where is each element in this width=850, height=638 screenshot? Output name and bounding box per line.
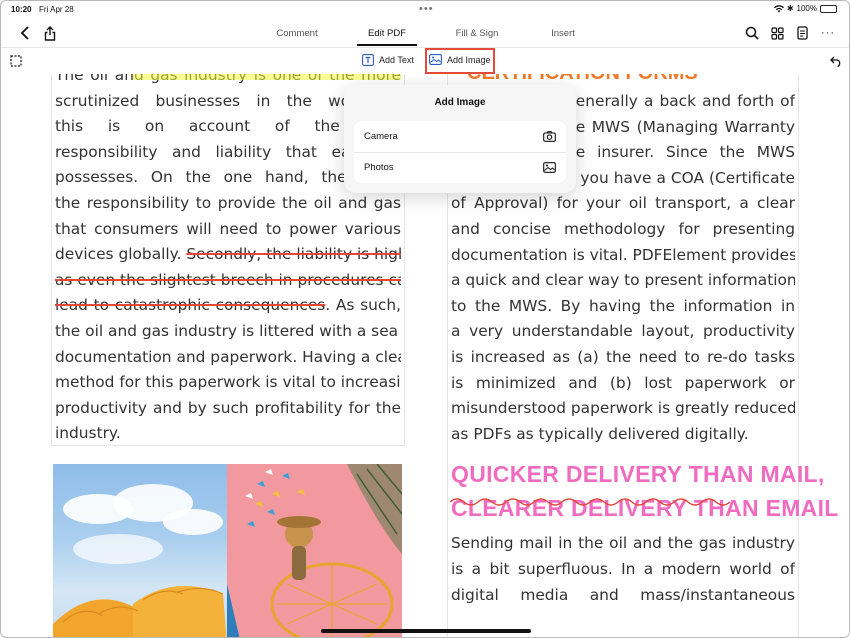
strikethrough-text: Secondly, the liability is high bbox=[186, 245, 401, 264]
text-line: the responsibility to provide the oil an… bbox=[55, 193, 401, 212]
more-options-icon[interactable]: ··· bbox=[819, 24, 837, 42]
strikethrough-text: lead to catastrophic consequences bbox=[55, 296, 326, 315]
status-time: 10:20 bbox=[11, 5, 32, 14]
status-bar: 10:20 Fri Apr 28 ••• ✱ 100% bbox=[1, 1, 849, 19]
yellow-highlight bbox=[133, 74, 401, 80]
camera-icon bbox=[543, 131, 556, 142]
photos-option-label: Photos bbox=[364, 162, 394, 173]
add-text-button[interactable]: Add Text bbox=[362, 54, 414, 66]
text-line: digital media and mass/instantaneous bbox=[451, 585, 795, 604]
text-line: a very understandable layout, productivi… bbox=[451, 322, 795, 341]
app-window: 10:20 Fri Apr 28 ••• ✱ 100% Comment Edit… bbox=[0, 0, 850, 638]
photos-option[interactable]: Photos bbox=[354, 152, 566, 183]
text-line: misunderstood paperwork is greatly reduc… bbox=[451, 399, 795, 418]
text-line: of Approval) for your oil transport, a c… bbox=[451, 194, 795, 213]
battery-icon bbox=[820, 4, 837, 13]
pink-wall-panel bbox=[227, 464, 402, 637]
squiggle-annotation bbox=[450, 498, 730, 506]
text-line: the oil and gas industry is littered wit… bbox=[55, 321, 401, 340]
text-line: that consumers will need to power variou… bbox=[55, 219, 401, 238]
battery-percent: 100% bbox=[796, 4, 817, 13]
text-line: is a bit superfluous. In a modern world … bbox=[451, 559, 795, 578]
tab-comment[interactable]: Comment bbox=[276, 28, 317, 39]
strikethrough-line: as even the slightest breech in procedur… bbox=[55, 270, 401, 289]
camera-option-label: Camera bbox=[364, 131, 398, 142]
status-date: Fri Apr 28 bbox=[39, 5, 74, 14]
wifi-icon bbox=[773, 4, 784, 12]
text-line: industry. bbox=[55, 424, 121, 443]
tab-edit-pdf[interactable]: Edit PDF bbox=[368, 28, 406, 39]
add-image-popover: Add Image Camera Photos bbox=[344, 85, 576, 193]
text-line: lead to catastrophic consequences. As su… bbox=[55, 296, 401, 315]
document-outline-icon[interactable] bbox=[793, 24, 811, 42]
tab-fill-sign[interactable]: Fill & Sign bbox=[456, 28, 499, 39]
multitasking-dots-icon[interactable]: ••• bbox=[419, 3, 434, 15]
quicker-delivery-heading: QUICKER DELIVERY THAN MAIL, bbox=[451, 461, 825, 488]
active-tab-indicator bbox=[357, 44, 417, 46]
undo-icon[interactable] bbox=[827, 52, 845, 70]
bluetooth-icon: ✱ bbox=[786, 4, 794, 13]
search-icon[interactable] bbox=[743, 24, 761, 42]
grid-view-icon[interactable] bbox=[768, 24, 786, 42]
text-line: to the MWS. By having the information in bbox=[451, 296, 795, 315]
text-line: is increased as (a) the need to re-do ta… bbox=[451, 347, 795, 366]
text-line: a quick and clear way to present informa… bbox=[451, 271, 795, 290]
photos-icon bbox=[543, 162, 556, 173]
popover-title: Add Image bbox=[434, 97, 486, 108]
text-line: documentation is vital. PDFElement provi… bbox=[451, 245, 795, 264]
text-line: devices globally. Secondly, the liabilit… bbox=[55, 242, 401, 268]
select-area-icon[interactable] bbox=[7, 52, 25, 70]
status-right: ✱ 100% bbox=[773, 4, 837, 13]
text-line: method for this paperwork is vital to in… bbox=[55, 373, 401, 392]
text-line: as PDFs as typically delivered digitally… bbox=[451, 424, 749, 443]
text-line: productivity and by such profitability f… bbox=[55, 398, 401, 417]
camera-option[interactable]: Camera bbox=[354, 121, 566, 152]
share-icon[interactable] bbox=[41, 24, 59, 42]
popover-options: Camera Photos bbox=[354, 121, 566, 183]
text-line: documentation and paperwork. Having a cl… bbox=[55, 347, 401, 366]
back-chevron-icon[interactable] bbox=[16, 24, 34, 42]
add-text-label: Add Text bbox=[379, 55, 414, 65]
beach-umbrella-photo[interactable] bbox=[53, 464, 402, 637]
home-indicator[interactable] bbox=[321, 629, 531, 633]
sky-panel bbox=[53, 464, 227, 637]
text-line: Sending mail in the oil and the gas indu… bbox=[451, 534, 795, 553]
add-image-selection-highlight bbox=[425, 48, 495, 74]
tab-insert[interactable]: Insert bbox=[551, 28, 575, 39]
text-box-icon bbox=[362, 54, 374, 66]
text-line: and concise methodology for presenting bbox=[451, 219, 795, 238]
main-toolbar: Comment Edit PDF Fill & Sign Insert ··· bbox=[1, 19, 849, 47]
text-line: is minimized and (b) lost paperwork or bbox=[451, 373, 795, 392]
